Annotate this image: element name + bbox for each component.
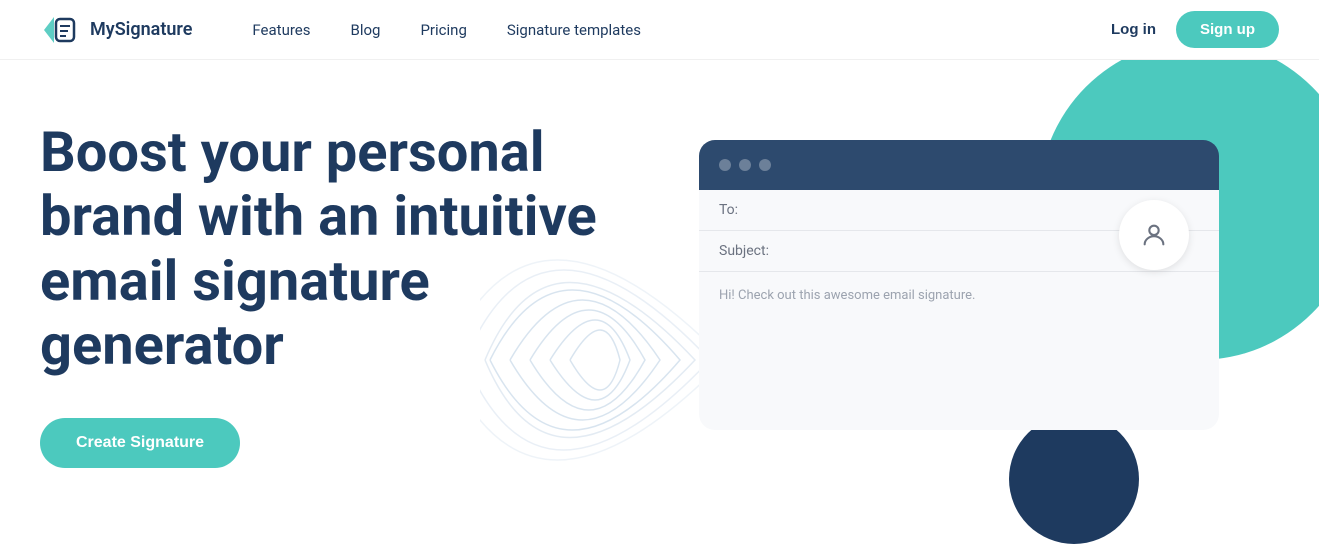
signup-button[interactable]: Sign up [1176,11,1279,48]
nav-links: Features Blog Pricing Signature template… [252,21,1111,39]
hero-text: Boost your personal brand with an intuit… [40,120,597,468]
subject-label: Subject: [719,243,769,259]
email-card-header [699,140,1219,190]
hero-section: To: Subject: Hi! Check out this awesome … [0,60,1319,544]
logo-text: MySignature [90,19,192,40]
nav-actions: Log in Sign up [1111,11,1279,48]
avatar-icon [1140,221,1168,249]
create-signature-button[interactable]: Create Signature [40,418,240,468]
nav-blog[interactable]: Blog [350,21,380,39]
email-body-text: Hi! Check out this awesome email signatu… [699,272,1219,319]
window-dot-3 [759,159,771,171]
login-button[interactable]: Log in [1111,21,1156,38]
hero-headline: Boost your personal brand with an intuit… [40,120,597,378]
window-dot-1 [719,159,731,171]
email-card-body: To: Subject: Hi! Check out this awesome … [699,190,1219,430]
logo[interactable]: MySignature [40,9,192,51]
logo-icon [40,9,82,51]
nav-pricing[interactable]: Pricing [420,21,466,39]
email-mockup: To: Subject: Hi! Check out this awesome … [699,140,1219,430]
nav-signature-templates[interactable]: Signature templates [507,21,641,39]
to-label: To: [719,202,738,218]
avatar-circle [1119,200,1189,270]
navbar: MySignature Features Blog Pricing Signat… [0,0,1319,60]
nav-features[interactable]: Features [252,21,310,39]
bg-navy-circle [1009,414,1139,544]
window-dot-2 [739,159,751,171]
